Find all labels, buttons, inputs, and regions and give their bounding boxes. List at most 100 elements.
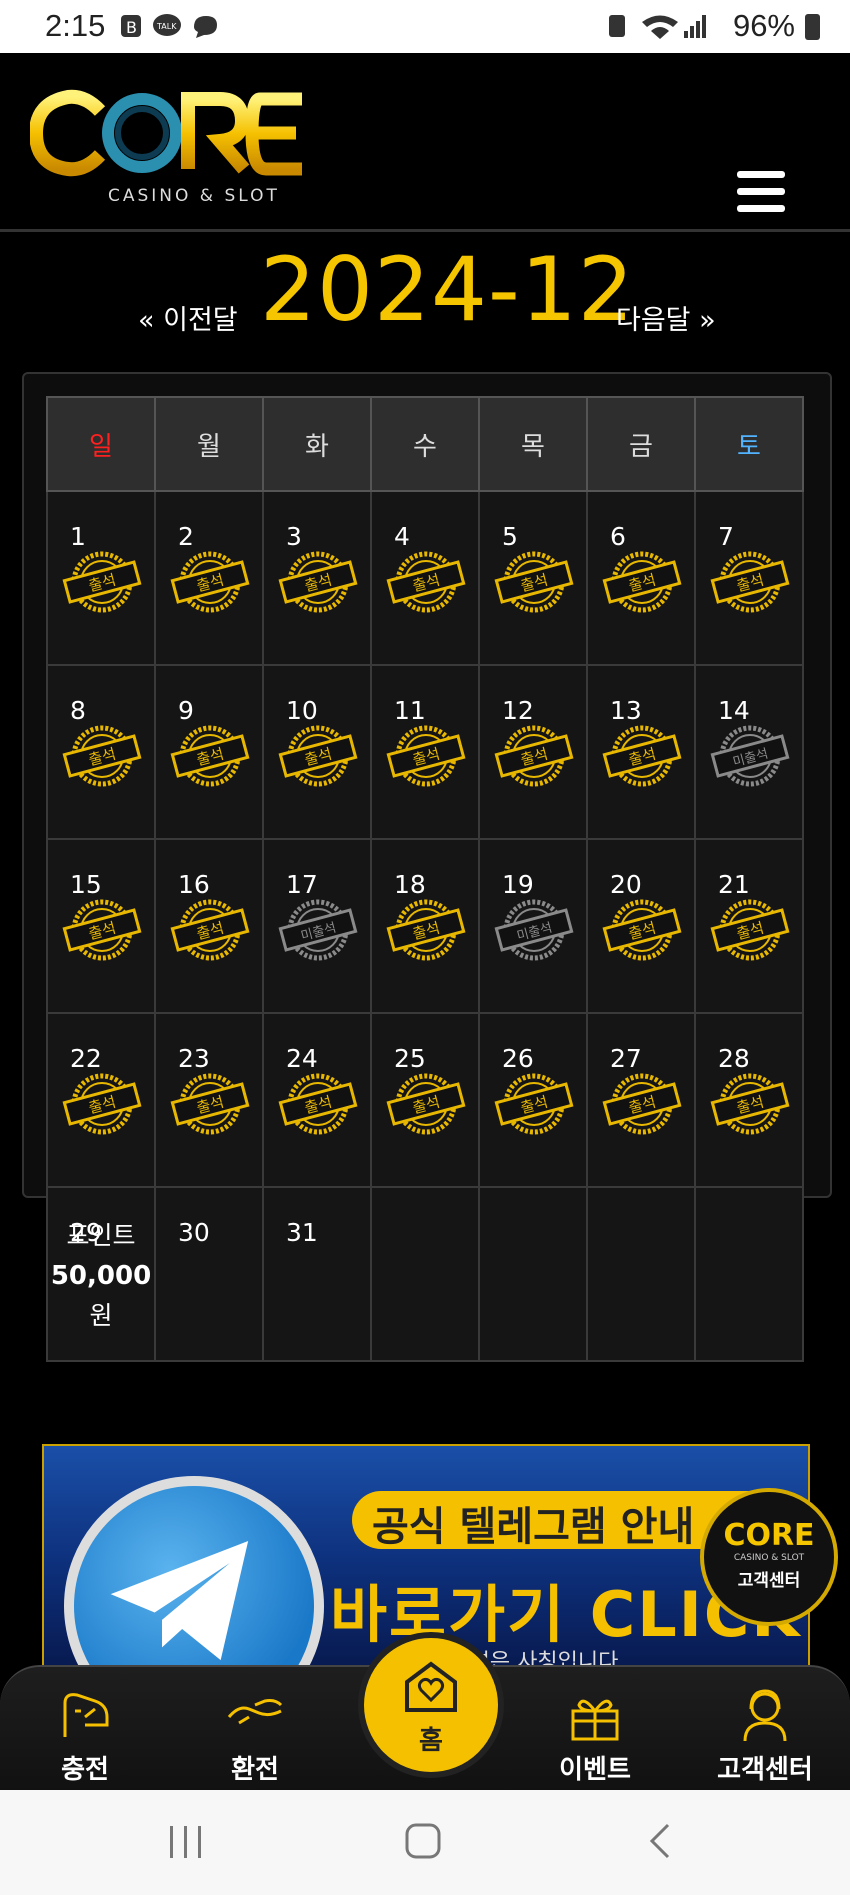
calendar-week-row: 15 출석 16 출석 17 미출석 18 출석 19 미출석 20 출석 21 출석 <box>46 838 804 1014</box>
nav-support[interactable]: 고객센터 <box>695 1687 835 1786</box>
nav-event-label: 이벤트 <box>559 1755 631 1785</box>
nav-home-button[interactable]: 홈 <box>358 1632 504 1778</box>
day-number: 13 <box>610 696 642 725</box>
day-number: 27 <box>610 1044 642 1073</box>
day-number: 2 <box>178 522 194 551</box>
calendar-day-cell: 24 출석 <box>262 1012 372 1188</box>
calendar-day-cell: 14 미출석 <box>694 664 804 840</box>
calendar-day-cell: 22 출석 <box>46 1012 156 1188</box>
day-number: 11 <box>394 696 426 725</box>
day-number: 10 <box>286 696 318 725</box>
calendar-day-cell: 6 출석 <box>586 490 696 666</box>
attended-stamp-icon: 출석 <box>386 725 466 787</box>
signal-icon <box>684 15 706 38</box>
chat-icon <box>194 16 217 38</box>
day-number: 21 <box>718 870 750 899</box>
reward-unit: 원 <box>89 1301 113 1330</box>
attended-stamp-icon: 출석 <box>62 899 142 961</box>
attended-stamp-icon: 출석 <box>170 725 250 787</box>
day-number: 1 <box>70 522 86 551</box>
calendar-day-cell: 21 출석 <box>694 838 804 1014</box>
attended-stamp-icon: 출석 <box>710 551 790 613</box>
day-number: 20 <box>610 870 642 899</box>
calendar-day-cell: 17 미출석 <box>262 838 372 1014</box>
calendar-table: 일 월 화 수 목 금 토 1 출석 2 출석 3 출석 4 출석 5 출석 6 출석 7 출석 8 출석 9 출… <box>46 396 804 1362</box>
current-month: 2024-12 <box>260 238 635 341</box>
customer-center-badge[interactable]: CORE CASINO & SLOT 고객센터 <box>700 1488 838 1626</box>
home-icon <box>405 1661 457 1712</box>
day-number: 25 <box>394 1044 426 1073</box>
weekday-sat: 토 <box>694 396 804 492</box>
attended-stamp-icon: 출석 <box>602 725 682 787</box>
calendar-day-cell: 10 출석 <box>262 664 372 840</box>
attended-stamp-icon: 출석 <box>170 551 250 613</box>
banner-title: 공식 텔레그램 안내 <box>372 1504 695 1550</box>
nav-withdraw[interactable]: 환전 <box>185 1687 325 1786</box>
withdraw-icon <box>227 1699 283 1725</box>
day-number: 12 <box>502 696 534 725</box>
day-number: 24 <box>286 1044 318 1073</box>
calendar-week-row: 22 출석 23 출석 24 출석 25 출석 26 출석 27 출석 28 출석 <box>46 1012 804 1188</box>
calendar-week-row: 29 포인트 50,000 원 30 31 <box>46 1186 804 1362</box>
day-number: 9 <box>178 696 194 725</box>
day-number: 31 <box>286 1218 318 1247</box>
calendar-day-cell: 3 출석 <box>262 490 372 666</box>
day-number: 4 <box>394 522 410 551</box>
attendance-calendar: 일 월 화 수 목 금 토 1 출석 2 출석 3 출석 4 출석 5 출석 6 출석 7 출석 8 출석 9 출… <box>22 372 832 1362</box>
calendar-day-cell: 30 <box>154 1186 264 1362</box>
nav-deposit[interactable]: 충전 <box>15 1687 155 1786</box>
attended-stamp-icon: 출석 <box>386 551 466 613</box>
attended-stamp-icon: 출석 <box>386 899 466 961</box>
missed-stamp-icon: 미출석 <box>710 725 790 787</box>
kakaotalk-icon: TALK <box>153 14 181 36</box>
calendar-day-cell: 12 출석 <box>478 664 588 840</box>
day-number: 7 <box>718 522 734 551</box>
battery-saver-icon <box>609 15 625 37</box>
attended-stamp-icon: 출석 <box>602 551 682 613</box>
svg-text:B: B <box>126 18 137 37</box>
calendar-day-cell: 23 출석 <box>154 1012 264 1188</box>
menu-button[interactable] <box>737 171 785 212</box>
support-icon <box>743 1689 787 1742</box>
deposit-icon <box>63 1693 109 1737</box>
weekday-wed: 수 <box>370 396 480 492</box>
back-icon[interactable] <box>648 1822 672 1860</box>
next-month-link[interactable]: 다음달 » <box>616 298 716 337</box>
prev-month-link[interactable]: « 이전달 <box>138 298 238 337</box>
android-navigation-bar <box>0 1790 850 1895</box>
calendar-day-cell: 19 미출석 <box>478 838 588 1014</box>
attended-stamp-icon: 출석 <box>386 1073 466 1135</box>
missed-stamp-icon: 미출석 <box>278 899 358 961</box>
day-number: 23 <box>178 1044 210 1073</box>
weekday-fri: 금 <box>586 396 696 492</box>
attended-stamp-icon: 출석 <box>62 1073 142 1135</box>
day-number: 14 <box>718 696 750 725</box>
home-system-icon[interactable] <box>404 1822 442 1860</box>
calendar-day-cell: 25 출석 <box>370 1012 480 1188</box>
day-number: 26 <box>502 1044 534 1073</box>
cs-label: 고객센터 <box>737 1571 801 1591</box>
attended-stamp-icon: 출석 <box>494 1073 574 1135</box>
weekday-thu: 목 <box>478 396 588 492</box>
calendar-day-cell: 29 포인트 50,000 원 <box>46 1186 156 1362</box>
calendar-day-cell <box>586 1186 696 1362</box>
cs-logo: CORE <box>723 1518 815 1553</box>
weekday-mon: 월 <box>154 396 264 492</box>
attended-stamp-icon: 출석 <box>494 551 574 613</box>
calendar-day-cell: 13 출석 <box>586 664 696 840</box>
attended-stamp-icon: 출석 <box>602 899 682 961</box>
day-number: 28 <box>718 1044 750 1073</box>
calendar-day-cell: 7 출석 <box>694 490 804 666</box>
core-logo[interactable]: CASINO & SLOT <box>30 83 310 208</box>
recent-apps-icon[interactable] <box>168 1824 204 1860</box>
reward-amount: 50,000 <box>50 1261 152 1291</box>
site-header: CASINO & SLOT <box>0 53 850 232</box>
month-navigation: « 이전달 2024-12 다음달 » <box>0 240 850 350</box>
wifi-icon <box>642 15 678 39</box>
nav-event[interactable]: 이벤트 <box>525 1687 665 1786</box>
calendar-day-cell: 1 출석 <box>46 490 156 666</box>
reward-label: 포인트 <box>66 1221 136 1250</box>
weekday-sun: 일 <box>46 396 156 492</box>
calendar-day-cell: 9 출석 <box>154 664 264 840</box>
day-number: 17 <box>286 870 318 899</box>
